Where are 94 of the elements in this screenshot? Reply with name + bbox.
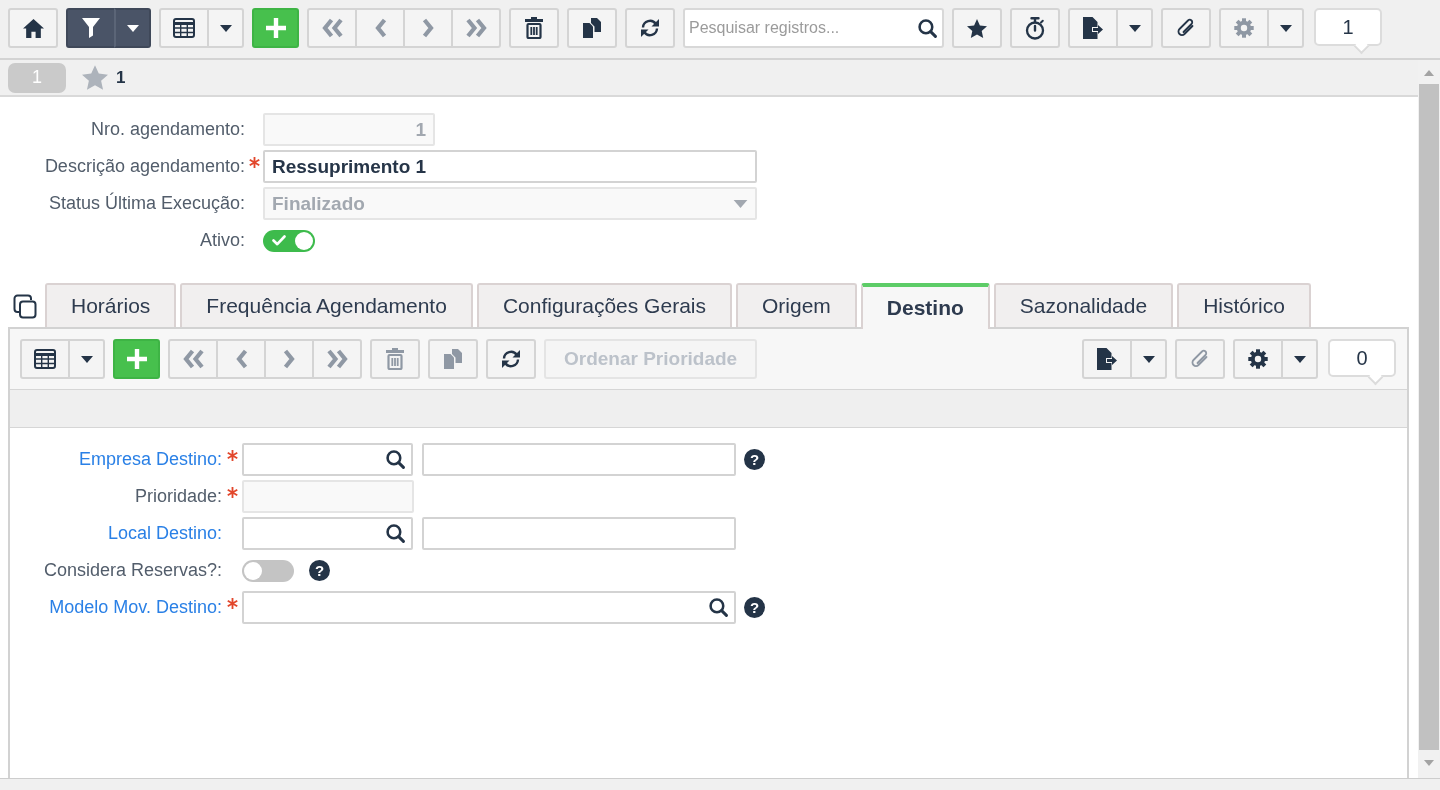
field-label: Nro. agendamento: xyxy=(90,119,245,139)
export-button[interactable] xyxy=(1068,8,1118,48)
scroll-up-icon xyxy=(1424,70,1434,76)
search-icon xyxy=(386,524,405,543)
grid-view-button[interactable] xyxy=(159,8,209,48)
home-icon xyxy=(22,18,44,38)
trash-icon xyxy=(386,348,404,370)
field-label: Status Última Execução: xyxy=(48,193,245,213)
dropdown-button[interactable] xyxy=(114,8,151,48)
double-chevron-right-icon xyxy=(325,349,349,369)
text-field[interactable]: Ressuprimento 1 xyxy=(263,150,757,183)
file-export-icon xyxy=(1097,348,1117,370)
double-chevron-left-icon xyxy=(181,349,205,369)
tab[interactable]: Horários xyxy=(45,283,177,327)
refresh-icon xyxy=(640,18,660,38)
help-icon[interactable]: ? xyxy=(744,597,765,618)
paperclip-icon xyxy=(1190,348,1210,370)
delete-button[interactable] xyxy=(509,8,559,48)
table-icon xyxy=(173,18,195,38)
field-link[interactable]: Empresa Destino: xyxy=(78,449,222,469)
file-export-icon xyxy=(1083,17,1103,39)
copy-icon xyxy=(443,349,463,369)
field-label: Prioridade: xyxy=(134,486,222,506)
tab[interactable]: Histórico xyxy=(1177,283,1311,327)
timer-button[interactable] xyxy=(1010,8,1060,48)
stopwatch-icon xyxy=(1025,16,1045,40)
lookup-field[interactable] xyxy=(242,591,736,624)
field-label: Descrição agendamento: xyxy=(44,156,245,176)
search-field[interactable]: Pesquisar registros... xyxy=(683,8,944,48)
scroll-down-icon xyxy=(1424,760,1434,766)
duplicate-button[interactable] xyxy=(567,8,617,48)
caret-icon xyxy=(733,199,748,208)
search-icon xyxy=(918,18,937,38)
search-icon xyxy=(709,598,728,617)
caret-icon xyxy=(1142,355,1155,363)
add-button[interactable] xyxy=(113,339,160,379)
settings-button[interactable] xyxy=(1233,339,1283,379)
table-icon xyxy=(34,349,56,369)
home-button[interactable] xyxy=(8,8,58,48)
export-button[interactable] xyxy=(1082,339,1132,379)
plus-icon xyxy=(265,18,286,38)
settings-icon xyxy=(1234,18,1254,38)
lookup-field[interactable] xyxy=(242,443,413,476)
settings-icon xyxy=(1248,349,1268,369)
star-icon xyxy=(82,65,108,90)
double-chevron-left-icon xyxy=(320,18,344,38)
tab[interactable]: Destino xyxy=(860,283,990,329)
star-icon xyxy=(967,18,987,38)
favorite-count: 1 xyxy=(116,67,126,88)
tab[interactable]: Frequência Agendamento xyxy=(180,283,473,327)
copy-icon xyxy=(582,18,602,38)
refresh-button[interactable] xyxy=(486,339,536,379)
plus-icon xyxy=(126,349,147,369)
tab[interactable]: Origem xyxy=(736,283,857,327)
caret-icon xyxy=(1128,24,1141,32)
chevron-right-icon xyxy=(421,18,435,38)
toggle-switch[interactable] xyxy=(242,559,294,582)
tab[interactable]: Sazonalidade xyxy=(993,283,1174,327)
tab[interactable]: Configurações Gerais xyxy=(476,283,732,327)
scrollbar-thumb[interactable] xyxy=(1419,84,1439,750)
record-count: 1 xyxy=(1314,8,1382,54)
trash-icon xyxy=(525,17,543,39)
double-chevron-right-icon xyxy=(464,18,488,38)
field-link[interactable]: Modelo Mov. Destino: xyxy=(49,597,222,617)
caret-icon xyxy=(80,355,93,363)
check-icon xyxy=(272,235,286,246)
caret-icon xyxy=(1293,355,1306,363)
paperclip-icon xyxy=(1176,17,1196,39)
chevron-left-icon xyxy=(373,18,387,38)
record-count: 0 xyxy=(1328,339,1396,385)
description-field[interactable] xyxy=(422,517,736,550)
field-label: Considera Reservas?: xyxy=(43,560,222,580)
add-button[interactable] xyxy=(252,8,299,48)
filter-button[interactable] xyxy=(66,8,116,48)
favorite-button[interactable] xyxy=(952,8,1002,48)
refresh-button[interactable] xyxy=(625,8,675,48)
help-icon[interactable]: ? xyxy=(309,560,330,581)
overlapping-squares-icon xyxy=(13,293,37,319)
help-icon[interactable]: ? xyxy=(744,449,765,470)
attach-button[interactable] xyxy=(1161,8,1211,48)
toggle-switch[interactable] xyxy=(263,229,315,252)
lookup-field[interactable] xyxy=(242,517,413,550)
caret-icon xyxy=(1279,24,1292,32)
caret-icon xyxy=(126,24,139,32)
caret-icon xyxy=(219,24,232,32)
description-field[interactable] xyxy=(422,443,736,476)
funnel-icon xyxy=(82,18,100,38)
field-link[interactable]: Local Destino: xyxy=(107,523,222,543)
refresh-icon xyxy=(501,349,521,369)
grid-view-button[interactable] xyxy=(20,339,70,379)
chevron-right-icon xyxy=(282,349,296,369)
search-icon xyxy=(386,450,405,469)
chevron-left-icon xyxy=(234,349,248,369)
field-label: Ativo: xyxy=(199,230,245,250)
